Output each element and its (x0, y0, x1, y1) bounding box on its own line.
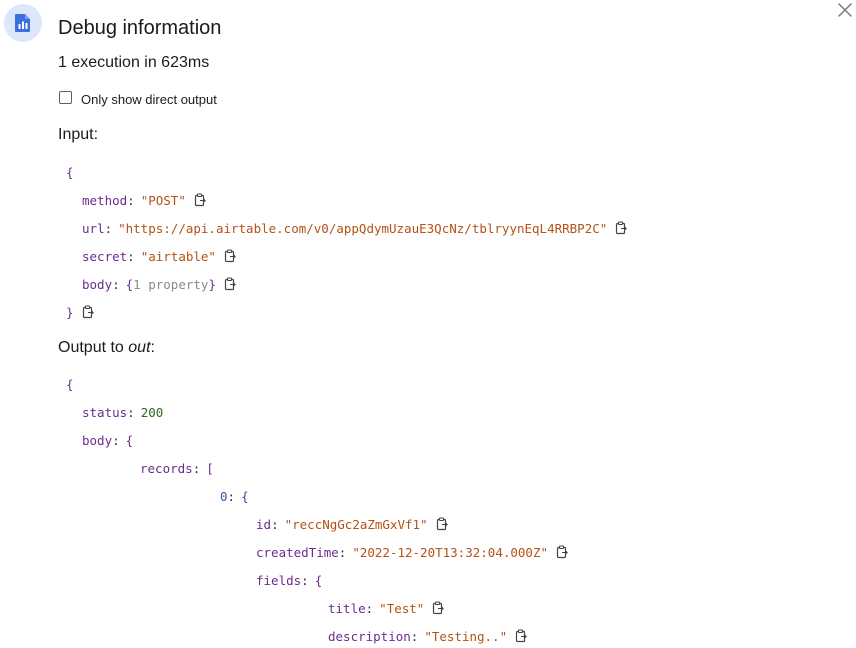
copy-icon (82, 305, 94, 319)
output-field-description: description: "Testing.." (328, 628, 528, 644)
colon: : (410, 628, 419, 644)
field-value: "POST" (140, 192, 186, 208)
document-chart-icon (15, 14, 30, 32)
brace: { (314, 572, 323, 588)
colon: : (127, 192, 135, 208)
copy-icon (556, 545, 568, 559)
field-key: url (82, 220, 105, 236)
copy-button[interactable] (436, 517, 449, 531)
colon: : (227, 488, 236, 504)
field-value: "Test" (379, 600, 425, 616)
field-value: "2022-12-20T13:32:04.000Z" (352, 544, 548, 560)
output-record-index: 0: { (220, 488, 249, 504)
field-key: records (140, 460, 193, 476)
copy-button[interactable] (224, 277, 237, 291)
output-heading-suffix: : (150, 339, 155, 356)
output-field-records: records: [ (140, 460, 214, 476)
collapsed-summary[interactable]: 1 property (133, 277, 208, 292)
close-icon (838, 3, 852, 17)
copy-icon (194, 193, 206, 207)
colon: : (271, 516, 279, 532)
copy-icon (616, 221, 628, 235)
field-value: "reccNgGc2aZmGxVf1" (284, 516, 428, 532)
execution-summary: 1 execution in 623ms (58, 54, 210, 71)
field-key: secret (82, 248, 128, 264)
brace: } (66, 304, 74, 320)
copy-icon (224, 277, 236, 291)
output-open-brace: { (66, 376, 74, 392)
colon: : (338, 544, 347, 560)
field-key: body (82, 432, 113, 448)
colon: : (112, 432, 120, 448)
direct-output-checkbox[interactable] (59, 91, 72, 104)
field-value: 200 (140, 404, 164, 420)
output-field-created-time: createdTime: "2022-12-20T13:32:04.000Z" (256, 544, 569, 560)
output-heading: Output to out: (58, 339, 155, 357)
output-field-body: body: { (82, 432, 133, 448)
field-key: createdTime (256, 544, 339, 560)
output-field-title: title: "Test" (328, 600, 445, 616)
colon: : (301, 572, 309, 588)
field-value: "https://api.airtable.com/v0/appQdymUzau… (118, 220, 608, 236)
brace: } (208, 276, 216, 292)
copy-button[interactable] (515, 629, 528, 643)
field-value: "airtable" (140, 248, 216, 264)
direct-output-label[interactable]: Only show direct output (81, 92, 217, 107)
input-field-secret: secret: "airtable" (82, 248, 237, 264)
output-variable: out (128, 339, 151, 356)
output-heading-prefix: Output to (58, 339, 129, 356)
colon: : (192, 460, 201, 476)
colon: : (127, 248, 135, 264)
copy-button[interactable] (194, 193, 207, 207)
brace: { (125, 432, 134, 448)
input-field-method: method: "POST" (82, 192, 207, 208)
copy-button[interactable] (82, 305, 95, 319)
copy-icon (433, 601, 445, 615)
bracket: [ (206, 460, 214, 476)
copy-button[interactable] (224, 249, 237, 263)
input-field-url: url: "https://api.airtable.com/v0/appQdym… (82, 220, 628, 236)
close-button[interactable] (836, 1, 854, 19)
output-field-id: id: "reccNgGc2aZmGxVf1" (256, 516, 449, 532)
copy-button[interactable] (432, 601, 445, 615)
debug-app-icon (4, 4, 42, 42)
copy-icon (516, 629, 528, 643)
colon: : (104, 220, 113, 236)
field-key: status (82, 404, 128, 420)
copy-icon (224, 249, 236, 263)
field-key: title (328, 600, 366, 616)
input-open-brace: { (66, 164, 74, 180)
brace: { (66, 164, 74, 180)
field-key: id (256, 516, 272, 532)
copy-icon (436, 517, 448, 531)
field-key: method (82, 192, 128, 208)
output-field-status: status:200 (82, 404, 163, 420)
dialog-title: Debug information (58, 17, 222, 39)
field-key: body (82, 276, 113, 292)
field-value: "Testing.." (424, 628, 508, 644)
brace: { (241, 488, 249, 504)
input-close-brace: } (66, 304, 95, 320)
colon: : (365, 600, 374, 616)
field-key: fields (256, 572, 302, 588)
copy-button[interactable] (615, 221, 628, 235)
output-field-fields: fields: { (256, 572, 322, 588)
brace: { (66, 376, 74, 392)
brace: { (125, 276, 134, 292)
field-key: description (328, 628, 411, 644)
input-heading: Input: (58, 126, 99, 143)
colon: : (112, 276, 120, 292)
copy-button[interactable] (556, 545, 569, 559)
array-index: 0 (220, 488, 228, 504)
input-field-body[interactable]: body: {1 property} (82, 276, 237, 292)
colon: : (127, 404, 135, 420)
